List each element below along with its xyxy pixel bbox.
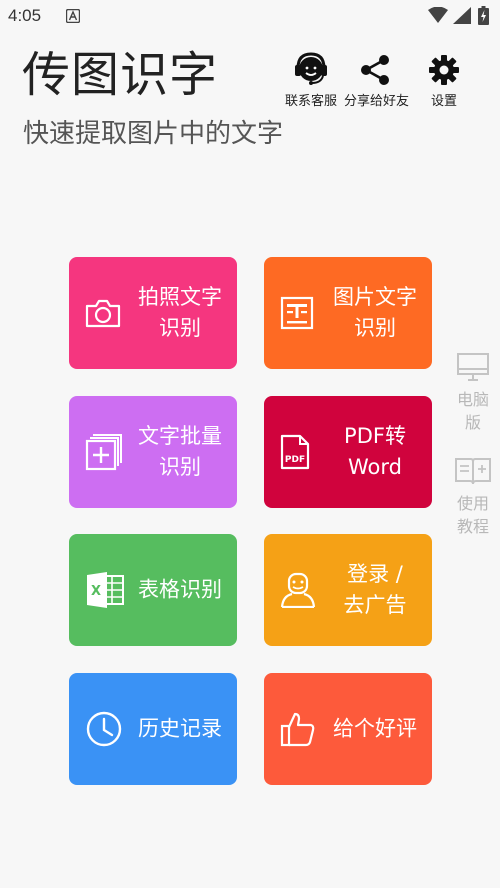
settings-button[interactable]: 设置: [413, 48, 475, 109]
document-image-icon: [280, 296, 314, 330]
tile-label-line: 去广告: [343, 593, 407, 617]
contact-support-button[interactable]: 联系客服: [280, 48, 342, 109]
svg-text:X: X: [91, 584, 101, 599]
history-tile[interactable]: 历史记录: [69, 673, 237, 785]
pdf-to-word-tile[interactable]: PDF PDF转 Word: [264, 396, 432, 508]
tile-label-line: 文字批量: [138, 424, 222, 448]
batch-add-icon: [85, 434, 122, 471]
customer-service-icon: [295, 52, 327, 85]
tile-label-line: Word: [348, 455, 402, 479]
batch-text-recognition-tile[interactable]: 文字批量 识别: [69, 396, 237, 508]
tile-label-line: 拍照文字: [138, 285, 222, 309]
wifi-icon: [428, 7, 448, 23]
status-bar: 4:05: [0, 0, 500, 34]
rate-app-tile[interactable]: 给个好评: [264, 673, 432, 785]
side-link-label-line: 版: [464, 413, 481, 432]
tile-label-line: 给个好评: [333, 716, 417, 741]
tutorial-link[interactable]: 使用 教程: [450, 456, 496, 538]
clock-icon: [86, 711, 122, 747]
gear-icon: [429, 55, 459, 85]
book-icon: [455, 458, 491, 485]
side-link-label-line: 使用: [456, 494, 489, 513]
login-remove-ads-tile[interactable]: 登录 / 去广告: [264, 534, 432, 646]
table-recognition-tile[interactable]: X 表格识别: [69, 534, 237, 646]
tile-label-line: 识别: [354, 316, 396, 340]
side-link-label-line: 电脑: [456, 390, 489, 409]
camera-icon: [85, 299, 121, 328]
thumbs-up-icon: [280, 712, 315, 747]
image-text-recognition-tile[interactable]: 图片文字 识别: [264, 257, 432, 369]
battery-icon: [478, 6, 489, 25]
tile-label-line: 历史记录: [138, 716, 222, 741]
status-time: 4:05: [8, 6, 42, 25]
app-title: 传图识字: [22, 47, 219, 103]
app-notification-icon: [66, 9, 80, 23]
tile-label-line: 图片文字: [333, 285, 417, 309]
photo-text-recognition-tile[interactable]: 拍照文字 识别: [69, 257, 237, 369]
share-icon: [361, 55, 389, 85]
monitor-icon: [457, 353, 489, 381]
contact-support-label: 联系客服: [284, 94, 337, 109]
share-label: 分享给好友: [344, 94, 410, 109]
tile-label-line: 识别: [159, 316, 201, 340]
side-link-label-line: 教程: [456, 517, 489, 536]
tile-label-line: PDF转: [344, 424, 406, 448]
user-icon: [280, 572, 316, 608]
desktop-version-link[interactable]: 电脑 版: [450, 352, 496, 434]
excel-icon: X: [87, 572, 124, 608]
share-button[interactable]: 分享给好友: [344, 48, 410, 109]
signal-icon: [453, 7, 471, 24]
settings-label: 设置: [430, 94, 457, 109]
pdf-icon: PDF: [280, 434, 310, 470]
app-subtitle: 快速提取图片中的文字: [23, 119, 284, 149]
tile-label-line: 登录 /: [347, 562, 403, 586]
tile-label-line: 表格识别: [138, 577, 222, 602]
tile-label-line: 识别: [159, 455, 201, 479]
svg-text:PDF: PDF: [285, 455, 305, 465]
